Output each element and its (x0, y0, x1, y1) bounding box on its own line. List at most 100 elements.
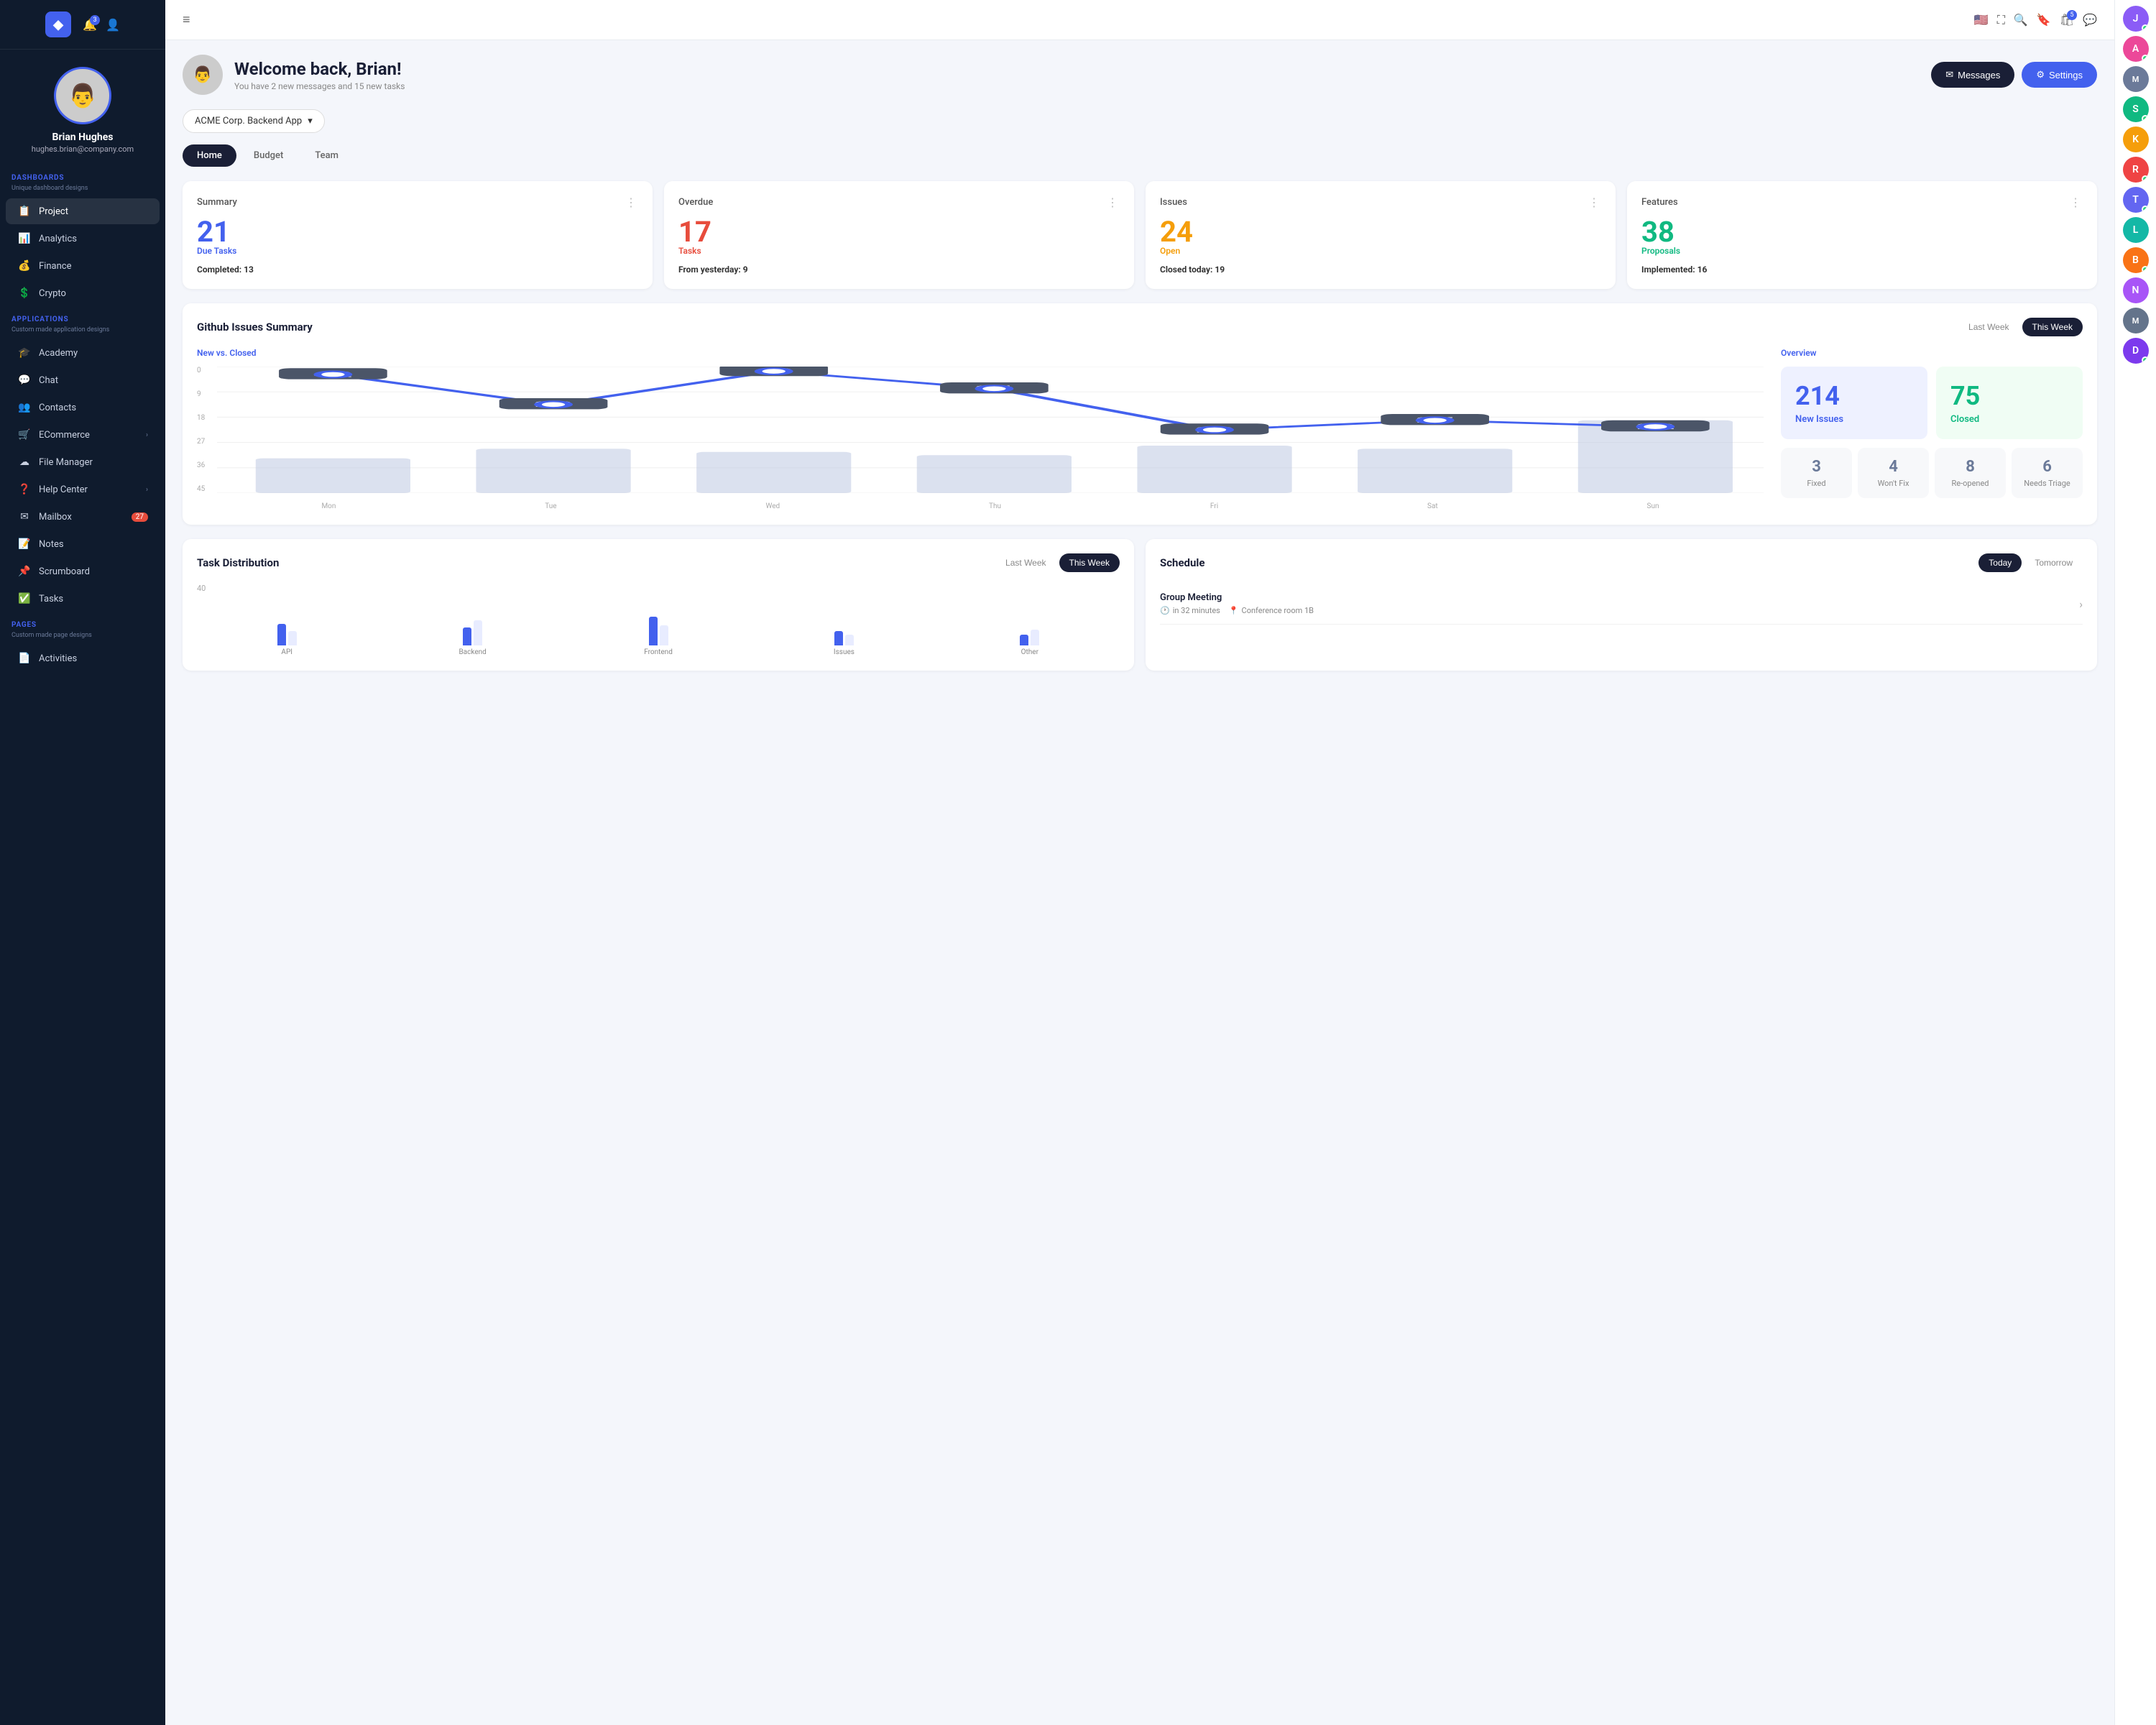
search-icon[interactable]: 🔍 (2014, 13, 2028, 27)
github-issues-card: Github Issues Summary Last Week This Wee… (183, 303, 2097, 525)
sidebar-item-analytics[interactable]: 📊 Analytics (6, 226, 160, 252)
welcome-avatar: 👨 (183, 55, 223, 95)
cart-icon[interactable]: 🛍 5 (2060, 13, 2074, 27)
right-avatar-1[interactable]: J (2123, 6, 2149, 32)
right-avatar-8[interactable]: L (2123, 217, 2149, 243)
flag-icon[interactable]: 🇺🇸 (1974, 13, 1989, 27)
project-selector[interactable]: ACME Corp. Backend App ▾ (183, 109, 325, 133)
sidebar-item-finance[interactable]: 💰 Finance (6, 253, 160, 279)
sidebar-top-icons: 🔔 3 👤 (83, 18, 120, 32)
task-distribution-header: Task Distribution Last Week This Week (197, 553, 1120, 572)
stat-menu-overdue[interactable]: ⋮ (1107, 196, 1120, 209)
sidebar-item-scrumboard[interactable]: 📌 Scrumboard (6, 558, 160, 584)
stat-label-features: Proposals (1641, 246, 2083, 256)
settings-button[interactable]: ⚙ Settings (2022, 62, 2097, 88)
stat-card-summary-header: Summary ⋮ (197, 196, 638, 209)
location-icon: 📍 (1229, 606, 1239, 615)
right-avatar-10[interactable]: N (2123, 277, 2149, 303)
sidebar-item-notes[interactable]: 📝 Notes (6, 531, 160, 557)
sidebar-item-tasks[interactable]: ✅ Tasks (6, 586, 160, 612)
project-icon: 📋 (17, 206, 32, 217)
stat-card-issues-header: Issues ⋮ (1160, 196, 1601, 209)
analytics-icon: 📊 (17, 233, 32, 244)
user-profile-section: 👨 Brian Hughes hughes.brian@company.com (0, 50, 165, 165)
sidebar-item-ecommerce[interactable]: 🛒 ECommerce › (6, 422, 160, 448)
stat-menu-issues[interactable]: ⋮ (1588, 196, 1601, 209)
user-circle-icon-wrap[interactable]: 👤 (106, 18, 120, 32)
mailbox-icon: ✉ (17, 511, 32, 523)
crypto-icon: 💲 (17, 288, 32, 299)
tab-home[interactable]: Home (183, 144, 236, 167)
reopened-label: Re-opened (1945, 479, 1996, 488)
tab-budget[interactable]: Budget (239, 144, 298, 167)
stat-sub-features: Implemented: 16 (1641, 264, 2083, 275)
event-time: in 32 minutes (1173, 606, 1220, 615)
right-avatar-12[interactable]: D (2123, 338, 2149, 364)
sidebar-item-label-filemanager: File Manager (39, 457, 93, 468)
app-logo[interactable]: ◆ (45, 12, 71, 37)
right-avatar-2[interactable]: A (2123, 36, 2149, 62)
messages-button[interactable]: ✉ Messages (1931, 62, 2014, 88)
right-avatar-11[interactable]: M (2123, 308, 2149, 334)
sidebar-item-contacts[interactable]: 👥 Contacts (6, 395, 160, 420)
chevron-down-icon: ▾ (308, 116, 313, 126)
fixed-label: Fixed (1791, 479, 1842, 488)
right-avatar-7[interactable]: T (2123, 187, 2149, 213)
ecommerce-icon: 🛒 (17, 429, 32, 441)
wontfix-label: Won't Fix (1868, 479, 1919, 488)
bar-backend-light (474, 620, 482, 645)
bar-group-issues: Issues (754, 631, 934, 656)
envelope-icon: ✉ (1945, 69, 1953, 80)
sidebar-item-crypto[interactable]: 💲 Crypto (6, 280, 160, 306)
stat-menu-features[interactable]: ⋮ (2070, 196, 2083, 209)
sidebar-item-label-project: Project (39, 206, 68, 217)
right-avatar-5[interactable]: K (2123, 126, 2149, 152)
schedule-today-btn[interactable]: Today (1978, 553, 2022, 572)
welcome-text: Welcome back, Brian! You have 2 new mess… (234, 59, 405, 91)
chart-container: 45 36 27 18 9 0 (197, 367, 1764, 510)
sidebar-item-helpcenter[interactable]: ❓ Help Center › (6, 477, 160, 502)
sidebar-item-activities[interactable]: 📄 Activities (6, 645, 160, 671)
sidebar-item-project[interactable]: 📋 Project (6, 198, 160, 224)
fullscreen-icon[interactable]: ⛶ (1997, 13, 2005, 27)
sidebar-item-filemanager[interactable]: ☁ File Manager (6, 449, 160, 475)
right-avatar-4[interactable]: S (2123, 96, 2149, 122)
stat-sub-issues: Closed today: 19 (1160, 264, 1601, 275)
schedule-event-info: Group Meeting 🕐 in 32 minutes 📍 Conferen… (1160, 592, 1314, 615)
bar-issues-blue (834, 631, 843, 645)
message-icon[interactable]: 💬 (2083, 13, 2097, 27)
bar-other-blue (1020, 635, 1028, 645)
task-last-week-btn[interactable]: Last Week (995, 553, 1056, 572)
bar-issues-light (845, 635, 854, 645)
event-location: Conference room 1B (1242, 606, 1314, 615)
sidebar-item-label-helpcenter: Help Center (39, 484, 88, 495)
stat-menu-summary[interactable]: ⋮ (625, 196, 638, 209)
bar-api-blue (277, 624, 286, 645)
schedule-tomorrow-btn[interactable]: Tomorrow (2024, 553, 2083, 572)
welcome-actions: ✉ Messages ⚙ Settings (1931, 62, 2097, 88)
task-this-week-btn[interactable]: This Week (1059, 553, 1120, 572)
main-wrapper: ≡ 🇺🇸 ⛶ 🔍 🔖 🛍 5 💬 👨 Welcome back, Brian! … (165, 0, 2114, 1725)
stat-card-issues: Issues ⋮ 24 Open Closed today: 19 (1146, 181, 1616, 289)
menu-toggle-icon[interactable]: ≡ (183, 12, 190, 27)
reopened-number: 8 (1945, 458, 1996, 476)
sidebar-item-academy[interactable]: 🎓 Academy (6, 340, 160, 366)
bookmark-icon[interactable]: 🔖 (2037, 13, 2051, 27)
ecommerce-arrow-icon: › (146, 431, 148, 439)
right-avatar-9[interactable]: B (2123, 247, 2149, 273)
right-avatar-6[interactable]: R (2123, 157, 2149, 183)
user-avatar: 👨 (54, 67, 111, 124)
sidebar-item-mailbox[interactable]: ✉ Mailbox 27 (6, 504, 160, 530)
tab-team[interactable]: Team (300, 144, 353, 167)
event-arrow-icon[interactable]: › (2079, 597, 2083, 611)
wontfix-card: 4 Won't Fix (1858, 448, 1929, 498)
stat-label-summary: Due Tasks (197, 246, 638, 256)
github-last-week-btn[interactable]: Last Week (1958, 318, 2019, 336)
github-this-week-btn[interactable]: This Week (2022, 318, 2083, 336)
sidebar-item-chat[interactable]: 💬 Chat (6, 367, 160, 393)
notifications-icon-wrap[interactable]: 🔔 3 (83, 18, 97, 32)
tasks-icon: ✅ (17, 593, 32, 604)
applications-sublabel: Custom made application designs (0, 326, 165, 339)
needs-triage-label: Needs Triage (2022, 479, 2073, 488)
right-avatar-3[interactable]: M (2123, 66, 2149, 92)
